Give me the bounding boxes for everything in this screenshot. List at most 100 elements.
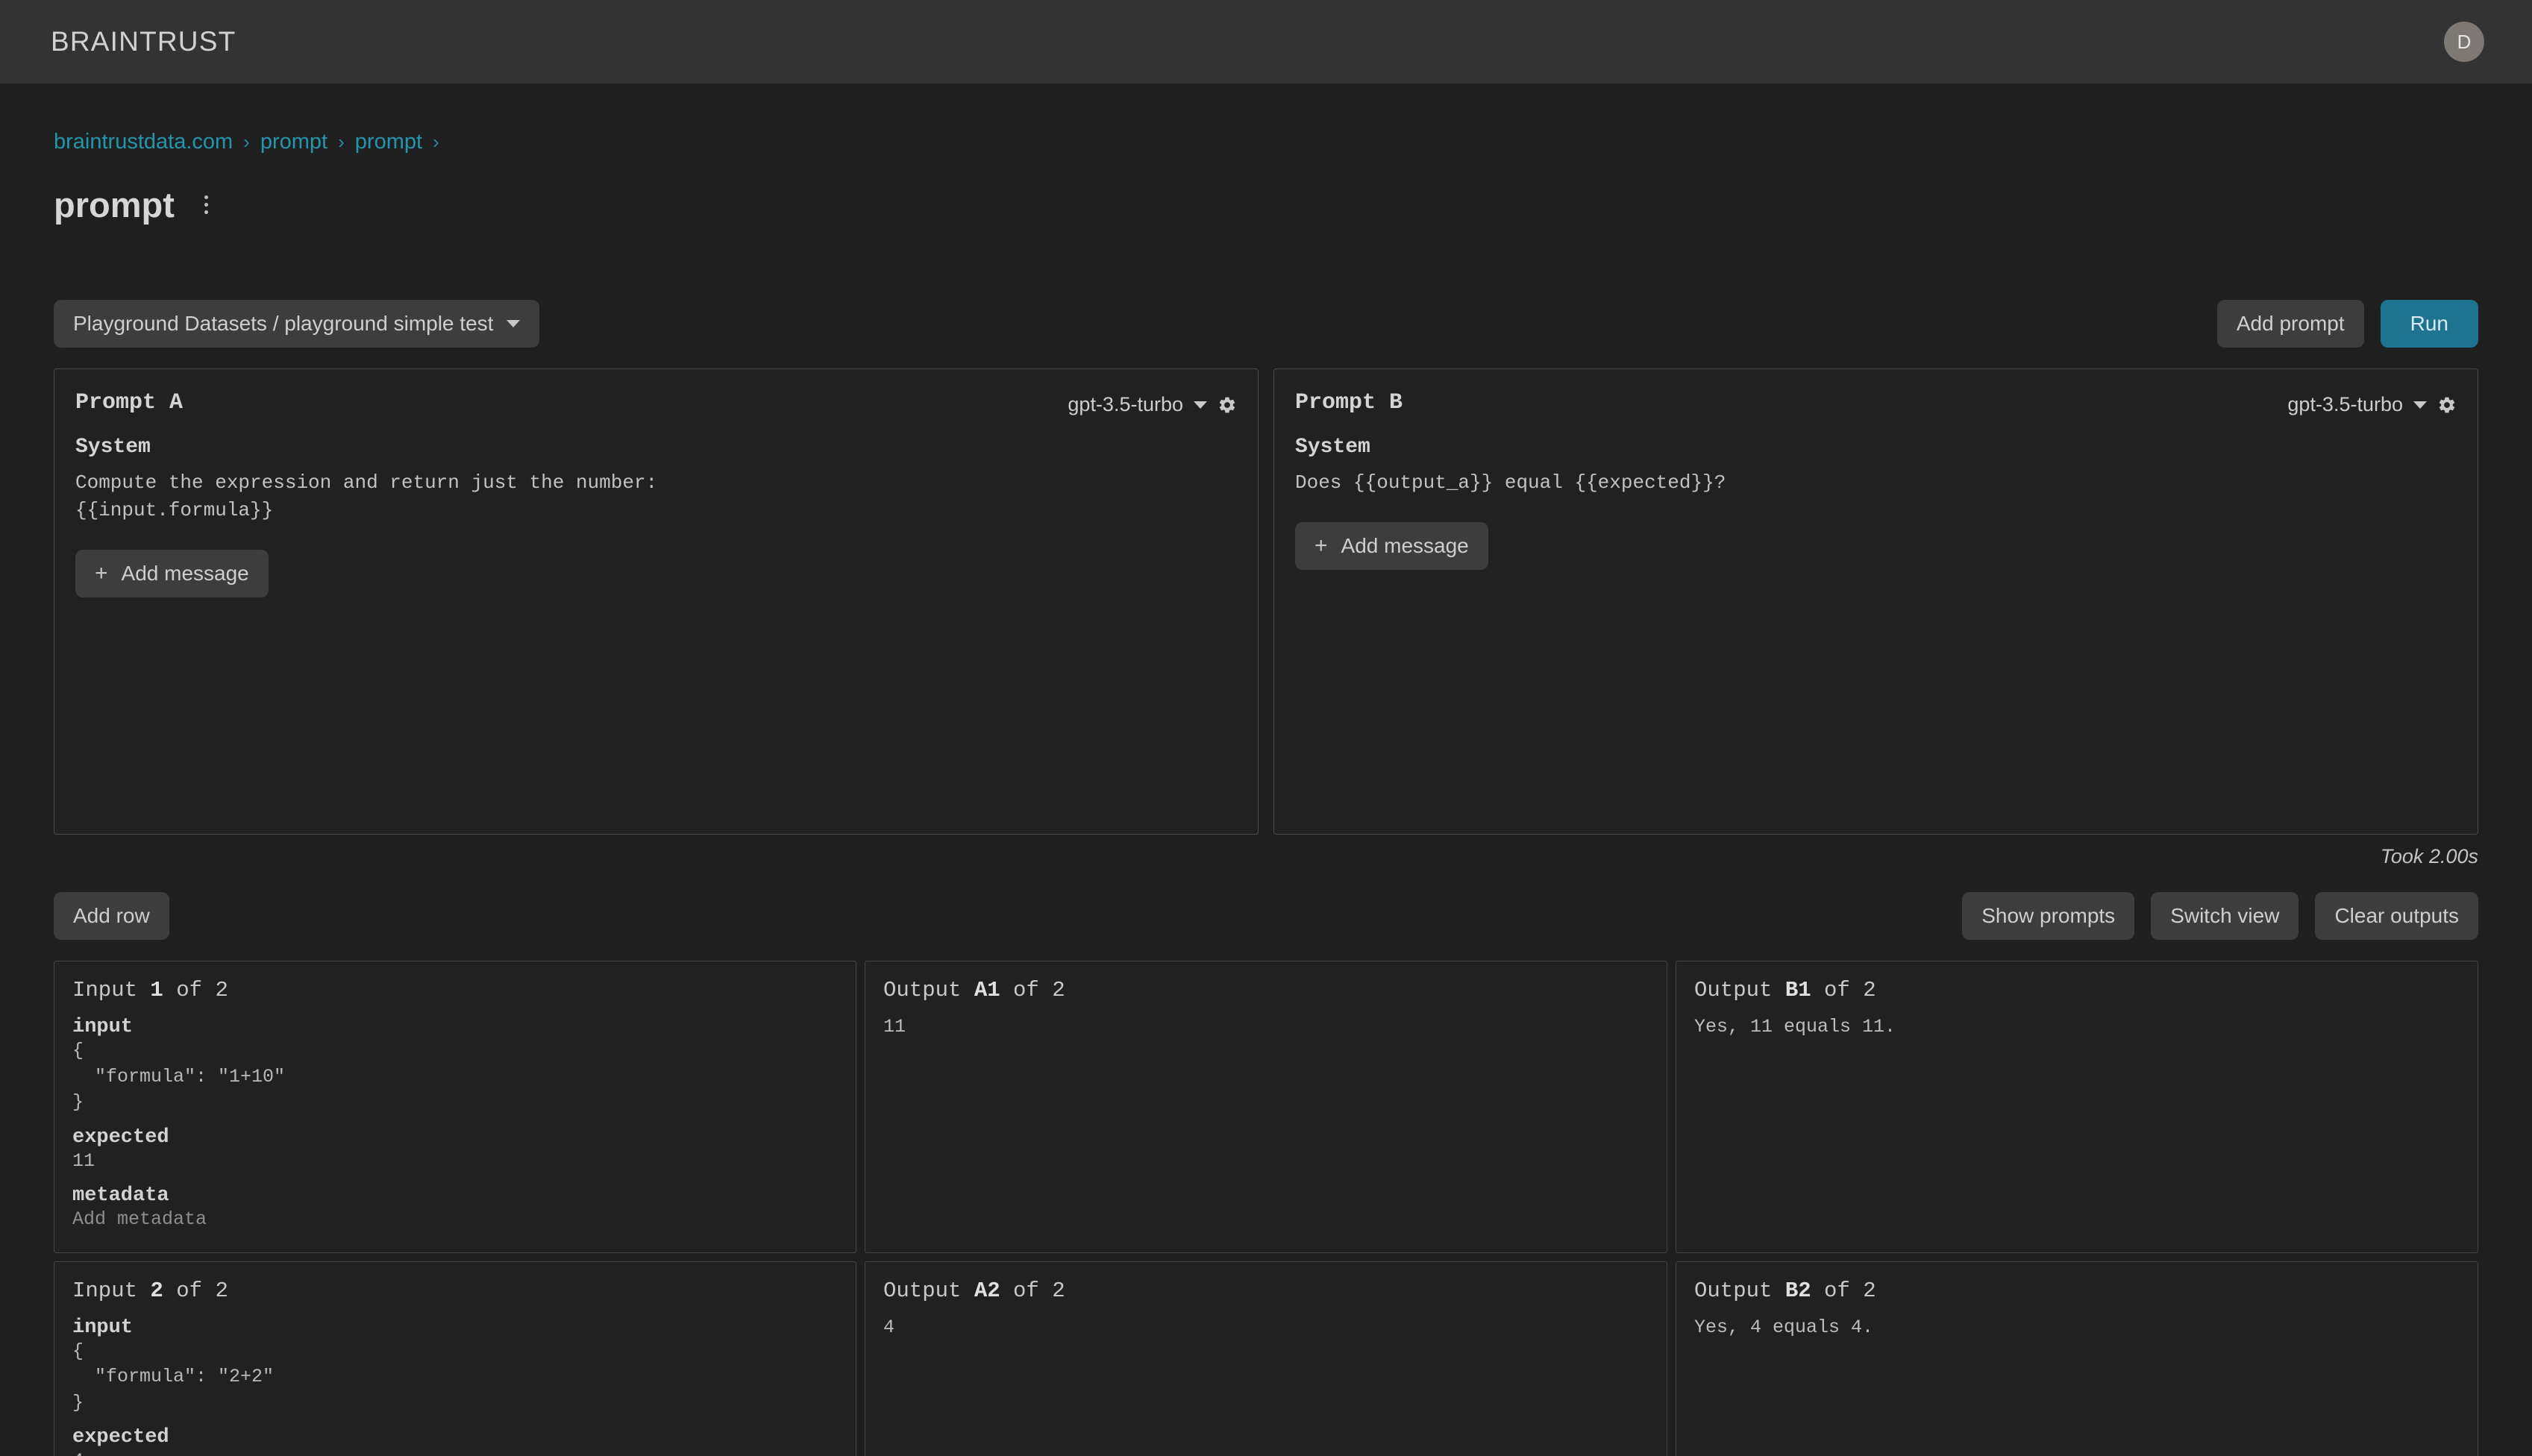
output-a-head-suffix: of 2 bbox=[1000, 978, 1065, 1002]
output-cell-b[interactable]: Output B2 of 2 Yes, 4 equals 4. bbox=[1676, 1261, 2478, 1456]
output-a-head-prefix: Output bbox=[883, 978, 974, 1002]
metadata-field-label: metadata bbox=[72, 1184, 169, 1207]
output-a-header: Output A2 of 2 bbox=[883, 1278, 1649, 1303]
prompt-a-add-message-label: Add message bbox=[121, 561, 249, 585]
avatar[interactable]: D bbox=[2444, 22, 2484, 62]
more-options-icon[interactable] bbox=[197, 191, 216, 219]
input-field-value[interactable]: { "formula": "1+10" } bbox=[72, 1038, 838, 1116]
prompt-b-add-message-button[interactable]: + Add message bbox=[1295, 521, 1488, 570]
title-row: prompt bbox=[54, 184, 2478, 225]
page-content: braintrustdata.com › prompt › prompt › p… bbox=[0, 84, 2532, 1456]
prompt-a-model-selector[interactable]: gpt-3.5-turbo bbox=[1068, 393, 1183, 416]
run-duration: Took 2.00s bbox=[2380, 845, 2478, 867]
input-cell-header: Input 2 of 2 bbox=[72, 1278, 838, 1303]
expected-field-value[interactable]: 4 bbox=[72, 1449, 838, 1456]
output-a-header: Output A1 of 2 bbox=[883, 978, 1649, 1002]
input-cell[interactable]: Input 2 of 2 input { "formula": "2+2" } … bbox=[54, 1261, 856, 1456]
grid-toolbar-right-group: Show prompts Switch view Clear outputs bbox=[1962, 892, 2478, 940]
expected-field-value[interactable]: 11 bbox=[72, 1149, 838, 1175]
prompt-b-title-letter: B bbox=[1389, 390, 1403, 415]
prompt-panels: Prompt A gpt-3.5-turbo System Compute th… bbox=[54, 368, 2478, 835]
prompt-a-message-role: System bbox=[75, 436, 151, 459]
output-a-value: 4 bbox=[883, 1316, 895, 1338]
prompt-a-title-prefix: Prompt bbox=[75, 390, 170, 415]
playground-controls: Playground Datasets / playground simple … bbox=[54, 300, 2478, 348]
prompt-panel-a: Prompt A gpt-3.5-turbo System Compute th… bbox=[54, 368, 1259, 835]
playground-grid: Input 1 of 2 input { "formula": "1+10" }… bbox=[54, 961, 2478, 1456]
input-field-label: input bbox=[72, 1016, 134, 1038]
kebab-dot bbox=[204, 203, 208, 207]
switch-view-button[interactable]: Switch view bbox=[2151, 892, 2299, 940]
prompt-b-model-selector[interactable]: gpt-3.5-turbo bbox=[2287, 393, 2403, 416]
input-field-value[interactable]: { "formula": "2+2" } bbox=[72, 1339, 838, 1416]
input-head-prefix: Input bbox=[72, 1278, 151, 1303]
show-prompts-button[interactable]: Show prompts bbox=[1962, 892, 2135, 940]
output-b-header: Output B2 of 2 bbox=[1694, 1278, 2460, 1303]
chevron-down-icon bbox=[507, 320, 521, 327]
input-head-suffix: of 2 bbox=[163, 978, 228, 1002]
input-cell[interactable]: Input 1 of 2 input { "formula": "1+10" }… bbox=[54, 961, 856, 1253]
prompt-a-model-group: gpt-3.5-turbo bbox=[1068, 390, 1237, 416]
breadcrumb-item-playground[interactable]: prompt bbox=[355, 130, 422, 154]
chevron-right-icon: › bbox=[243, 131, 250, 153]
output-b-value: Yes, 4 equals 4. bbox=[1694, 1316, 1874, 1338]
output-b-head-suffix: of 2 bbox=[1811, 1278, 1876, 1303]
gear-icon[interactable] bbox=[2437, 395, 2457, 415]
run-button[interactable]: Run bbox=[2380, 300, 2478, 348]
output-b-head-index: B1 bbox=[1784, 978, 1811, 1002]
chevron-down-icon[interactable] bbox=[1194, 401, 1207, 409]
breadcrumb: braintrustdata.com › prompt › prompt › bbox=[54, 84, 2478, 154]
dataset-selector-label: Playground Datasets / playground simple … bbox=[73, 312, 494, 335]
chevron-right-icon: › bbox=[433, 131, 439, 153]
prompt-b-add-message-label: Add message bbox=[1341, 533, 1469, 557]
page-title: prompt bbox=[54, 185, 175, 225]
prompt-b-title-prefix: Prompt bbox=[1295, 390, 1390, 415]
output-b-value: Yes, 11 equals 11. bbox=[1694, 1016, 1896, 1038]
prompt-a-title: Prompt A bbox=[75, 390, 183, 415]
input-field-label: input bbox=[72, 1316, 134, 1339]
plus-icon: + bbox=[95, 560, 108, 586]
output-a-head-index: A2 bbox=[974, 1278, 1000, 1303]
kebab-dot bbox=[204, 210, 208, 214]
controls-right-group: Add prompt Run bbox=[2216, 300, 2478, 348]
output-cell-b[interactable]: Output B1 of 2 Yes, 11 equals 11. bbox=[1676, 961, 2478, 1253]
output-a-head-prefix: Output bbox=[883, 1278, 974, 1303]
output-b-head-index: B2 bbox=[1784, 1278, 1811, 1303]
chevron-right-icon: › bbox=[338, 131, 345, 153]
prompt-b-title: Prompt B bbox=[1295, 390, 1403, 415]
prompt-b-model-group: gpt-3.5-turbo bbox=[2287, 390, 2457, 416]
input-head-suffix: of 2 bbox=[163, 1278, 228, 1303]
grid-toolbar: Add row Show prompts Switch view Clear o… bbox=[54, 892, 2478, 940]
app-logo[interactable]: BRAINTRUST bbox=[51, 26, 236, 57]
prompt-b-header: Prompt B gpt-3.5-turbo bbox=[1295, 390, 2457, 416]
add-prompt-button[interactable]: Add prompt bbox=[2216, 300, 2364, 348]
input-cell-header: Input 1 of 2 bbox=[72, 978, 838, 1002]
dataset-selector[interactable]: Playground Datasets / playground simple … bbox=[54, 300, 540, 348]
gear-icon[interactable] bbox=[1218, 395, 1237, 415]
prompt-a-message-content[interactable]: Compute the expression and return just t… bbox=[75, 469, 1237, 524]
expected-field-label: expected bbox=[72, 1126, 169, 1149]
prompt-a-title-letter: A bbox=[169, 390, 184, 415]
clear-outputs-button[interactable]: Clear outputs bbox=[2315, 892, 2478, 940]
expected-field-label: expected bbox=[72, 1426, 169, 1449]
output-b-head-suffix: of 2 bbox=[1811, 978, 1876, 1002]
output-b-head-prefix: Output bbox=[1694, 1278, 1785, 1303]
prompt-b-message-role: System bbox=[1295, 436, 1370, 459]
output-a-value: 11 bbox=[883, 1016, 906, 1038]
prompt-b-message-content[interactable]: Does {{output_a}} equal {{expected}}? bbox=[1295, 469, 2457, 497]
output-cell-a[interactable]: Output A1 of 2 11 bbox=[865, 961, 1667, 1253]
add-metadata-link[interactable]: Add metadata bbox=[72, 1207, 838, 1233]
prompt-a-header: Prompt A gpt-3.5-turbo bbox=[75, 390, 1237, 416]
add-row-button[interactable]: Add row bbox=[54, 892, 169, 940]
prompt-panel-b: Prompt B gpt-3.5-turbo System Does {{out… bbox=[1273, 368, 2478, 835]
output-b-head-prefix: Output bbox=[1694, 978, 1785, 1002]
chevron-down-icon[interactable] bbox=[2413, 401, 2427, 409]
prompt-a-add-message-button[interactable]: + Add message bbox=[75, 549, 269, 597]
top-bar: BRAINTRUST D bbox=[0, 0, 2532, 84]
output-cell-a[interactable]: Output A2 of 2 4 bbox=[865, 1261, 1667, 1456]
kebab-dot bbox=[204, 195, 208, 199]
plus-icon: + bbox=[1314, 533, 1328, 558]
breadcrumb-item-org[interactable]: braintrustdata.com bbox=[54, 130, 233, 154]
output-a-head-suffix: of 2 bbox=[1000, 1278, 1065, 1303]
breadcrumb-item-project[interactable]: prompt bbox=[260, 130, 328, 154]
